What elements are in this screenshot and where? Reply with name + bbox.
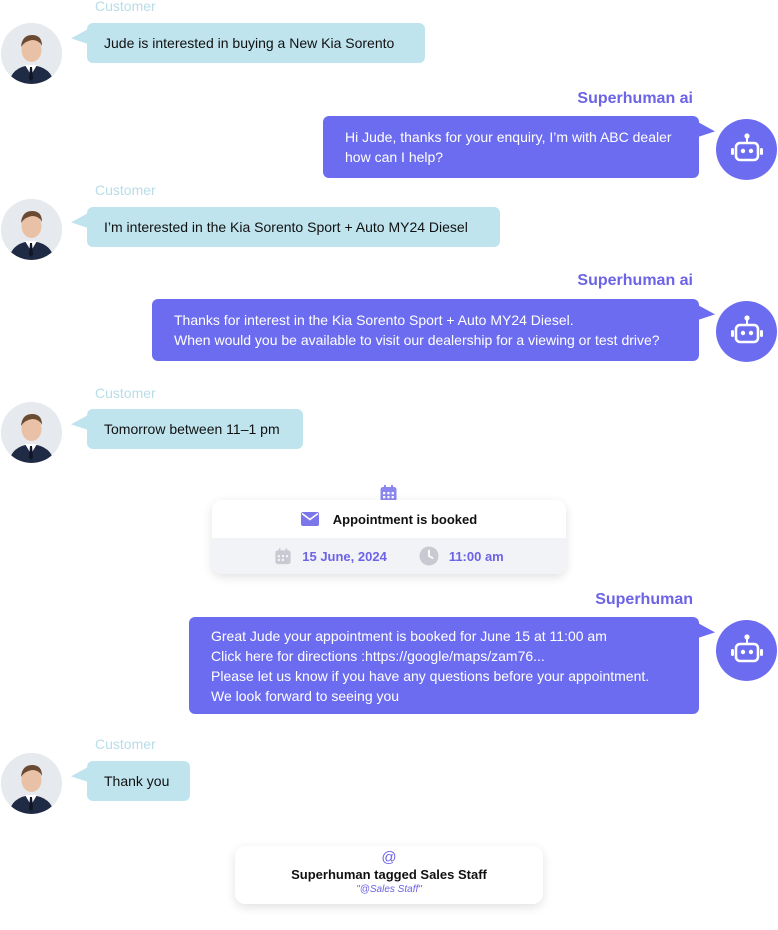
customer-message: Jude is interested in buying a New Kia S… bbox=[87, 23, 425, 63]
message-line: Please let us know if you have any quest… bbox=[211, 667, 650, 684]
appointment-card[interactable]: Appointment is booked 15 June, 2024 11:0… bbox=[212, 500, 566, 574]
at-icon: @ bbox=[381, 849, 397, 866]
appointment-date: 15 June, 2024 bbox=[302, 548, 387, 564]
sender-label: Customer bbox=[95, 0, 156, 14]
appointment-time: 11:00 am bbox=[448, 548, 504, 564]
message-text: I’m interested in the Kia Sorento Sport … bbox=[104, 219, 468, 235]
customer-message: Tomorrow between 11–1 pm bbox=[87, 409, 303, 449]
sender-label: Customer bbox=[95, 385, 156, 401]
message-line: We look forward to seeing you bbox=[211, 687, 400, 704]
directions-link[interactable]: Click here for directions :https://googl… bbox=[211, 646, 677, 666]
robot-icon bbox=[730, 314, 763, 343]
sender-label: Customer bbox=[95, 182, 156, 198]
customer-avatar bbox=[1, 23, 62, 84]
bot-avatar bbox=[716, 301, 777, 362]
message-line: how can I help? bbox=[345, 149, 444, 165]
message-text: Thank you bbox=[104, 773, 170, 789]
ai-message: Hi Jude, thanks for your enquiry, I’m wi… bbox=[323, 116, 699, 178]
clock-icon bbox=[419, 546, 439, 566]
customer-avatar bbox=[1, 402, 62, 463]
bot-avatar bbox=[716, 620, 777, 681]
staff-message: Great Jude your appointment is booked fo… bbox=[189, 617, 699, 714]
robot-icon bbox=[730, 633, 763, 662]
sender-label: Superhuman ai bbox=[577, 272, 693, 289]
customer-avatar bbox=[1, 199, 62, 260]
message-text: Jude is interested in buying a New Kia S… bbox=[104, 35, 395, 51]
appointment-details: 15 June, 2024 11:00 am bbox=[212, 538, 566, 574]
appointment-title: Appointment is booked bbox=[332, 511, 478, 527]
message-text: Tomorrow between 11–1 pm bbox=[104, 421, 280, 437]
bot-avatar bbox=[716, 119, 777, 180]
sender-label: Superhuman ai bbox=[577, 90, 693, 107]
person-icon bbox=[1, 23, 62, 84]
sender-label: Customer bbox=[95, 736, 156, 752]
mail-icon bbox=[300, 512, 319, 526]
message-line: When would you be available to visit our… bbox=[174, 332, 660, 348]
robot-icon bbox=[730, 132, 763, 161]
customer-avatar bbox=[1, 753, 62, 814]
tag-notification-card[interactable]: @ Superhuman tagged Sales Staff "@Sales … bbox=[235, 846, 543, 904]
calendar-icon bbox=[275, 547, 291, 564]
message-line: Hi Jude, thanks for your enquiry, I’m wi… bbox=[345, 129, 672, 145]
person-icon bbox=[1, 402, 62, 463]
person-icon bbox=[1, 199, 62, 260]
person-icon bbox=[1, 753, 62, 814]
customer-message: I’m interested in the Kia Sorento Sport … bbox=[87, 207, 500, 247]
message-line: Great Jude your appointment is booked fo… bbox=[211, 627, 607, 644]
tag-title: Superhuman tagged Sales Staff bbox=[291, 867, 487, 882]
customer-message: Thank you bbox=[87, 761, 190, 801]
tag-subtitle: "@Sales Staff" bbox=[356, 884, 422, 895]
appointment-header: Appointment is booked bbox=[212, 500, 566, 538]
sender-label: Superhuman bbox=[595, 591, 693, 608]
ai-message: Thanks for interest in the Kia Sorento S… bbox=[152, 299, 699, 361]
message-line: Thanks for interest in the Kia Sorento S… bbox=[174, 312, 574, 328]
